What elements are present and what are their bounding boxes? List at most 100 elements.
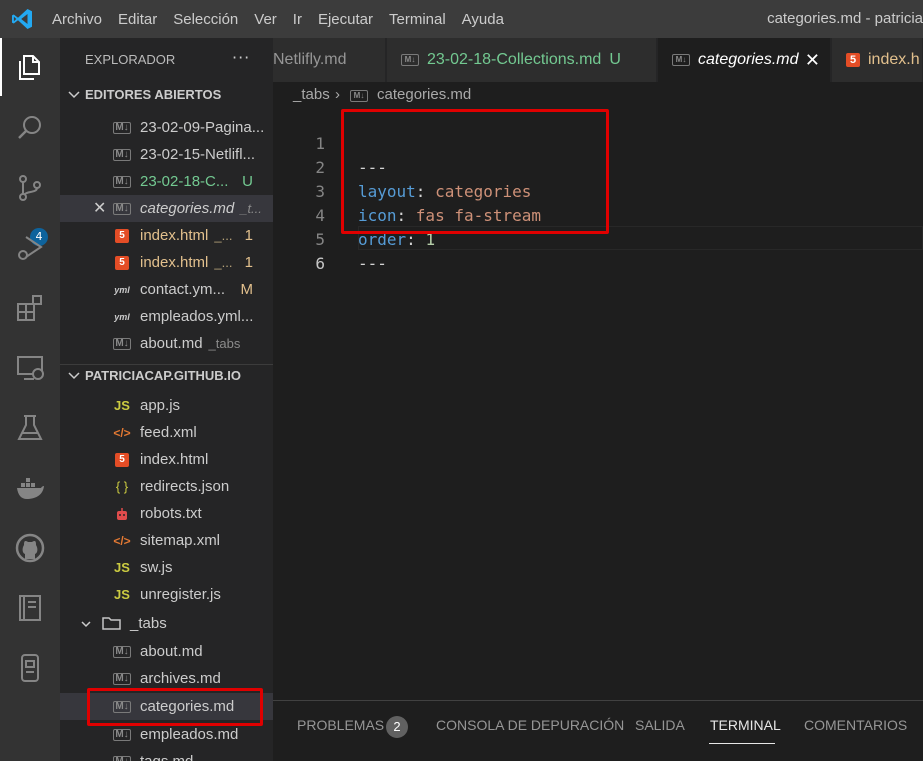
- javascript-icon: JS: [114, 587, 130, 602]
- file-name: redirects.json: [140, 478, 230, 495]
- explorer-header: EXPLORADOR ···: [60, 38, 273, 82]
- tab-salida[interactable]: SALIDA: [635, 717, 685, 733]
- tree-item[interactable]: 5 index.html: [60, 446, 273, 473]
- menu-terminal[interactable]: Terminal: [381, 11, 454, 28]
- file-name-text: about.md: [140, 335, 203, 352]
- open-editor-item-active[interactable]: ✕ M↓ categories.md _t...: [60, 195, 273, 222]
- tree-item[interactable]: robots.txt: [60, 500, 273, 527]
- file-name: tags.md: [140, 748, 193, 761]
- open-editor-item[interactable]: 5 index.html _... 1: [60, 222, 273, 249]
- run-debug-icon[interactable]: [14, 232, 46, 264]
- file-name-text: categories.md: [140, 200, 235, 217]
- markdown-icon: M↓: [672, 53, 690, 66]
- chevron-right-icon: ›: [335, 86, 340, 103]
- file-name-text: index.html: [140, 254, 209, 271]
- active-tab-underline: [709, 743, 775, 744]
- open-editor-item[interactable]: M↓ about.md _tabs: [60, 330, 273, 357]
- breadcrumb-folder[interactable]: _tabs: [293, 82, 330, 108]
- active-indicator: [0, 38, 2, 96]
- html5-icon: 5: [115, 229, 129, 243]
- activity-bar: 4: [0, 38, 60, 761]
- menu-ejecutar[interactable]: Ejecutar: [310, 11, 381, 28]
- tab-categories[interactable]: M↓ categories.md ✕: [658, 38, 831, 82]
- yaml-icon: yml: [114, 285, 130, 295]
- testing-icon[interactable]: [14, 412, 46, 444]
- tab-terminal[interactable]: TERMINAL: [710, 717, 781, 733]
- tab-problemas[interactable]: PROBLEMAS: [297, 717, 384, 733]
- folder-open-icon: [102, 617, 121, 630]
- open-editors-section[interactable]: EDITORES ABIERTOS: [60, 84, 273, 106]
- markdown-icon: M↓: [113, 729, 131, 741]
- javascript-icon: JS: [114, 398, 130, 413]
- more-actions-icon[interactable]: ···: [232, 48, 250, 67]
- file-name: sw.js: [140, 559, 173, 576]
- untracked-flag: U: [242, 173, 253, 190]
- notebook-icon[interactable]: [14, 592, 46, 624]
- file-name: index.html: [140, 451, 209, 468]
- menu-editar[interactable]: Editar: [110, 11, 165, 28]
- yaml-icon: yml: [114, 312, 130, 322]
- explorer-icon[interactable]: [14, 52, 46, 84]
- tree-item[interactable]: JS app.js: [60, 392, 273, 419]
- tab-label: Netlifly.md: [273, 51, 347, 68]
- open-editor-item[interactable]: M↓ 23-02-09-Pagina...: [60, 114, 273, 141]
- close-icon[interactable]: ✕: [805, 38, 820, 82]
- tree-item[interactable]: </> feed.xml: [60, 419, 273, 446]
- search-icon[interactable]: [14, 112, 46, 144]
- breadcrumb-file[interactable]: categories.md: [377, 82, 471, 108]
- menu-ir[interactable]: Ir: [285, 11, 310, 28]
- tree-item[interactable]: { } redirects.json: [60, 473, 273, 500]
- modified-flag: M: [240, 281, 254, 298]
- tree-item[interactable]: JS sw.js: [60, 554, 273, 581]
- source-control-icon[interactable]: [14, 172, 46, 204]
- menu-seleccion[interactable]: Selección: [165, 11, 246, 28]
- tab-consola-depuracion[interactable]: CONSOLA DE DEPURACIÓN: [436, 717, 624, 733]
- markdown-icon: M↓: [113, 176, 131, 188]
- folder-name: _tabs: [130, 615, 167, 632]
- file-name: 23-02-09-Pagina...: [140, 119, 265, 136]
- github-icon[interactable]: [14, 532, 46, 564]
- highlight-box-file: [87, 688, 263, 726]
- file-name: categories.md _t...: [140, 195, 262, 222]
- tab-netlifly[interactable]: Netlifly.md: [273, 38, 386, 82]
- docker-icon[interactable]: [14, 472, 46, 504]
- explorer-title: EXPLORADOR: [85, 52, 176, 67]
- tab-index-html[interactable]: 5 index.h: [832, 38, 923, 82]
- xml-icon: </>: [113, 426, 131, 440]
- close-icon[interactable]: ✕: [93, 195, 106, 222]
- extensions-icon[interactable]: [14, 292, 46, 324]
- line-number: 6: [315, 254, 325, 273]
- file-name: index.html _...: [140, 249, 232, 276]
- bottom-panel: PROBLEMAS 2 CONSOLA DE DEPURACIÓN SALIDA…: [273, 700, 923, 761]
- open-editor-item[interactable]: 5 index.html _... 1: [60, 249, 273, 276]
- code-text: ---: [358, 254, 387, 273]
- menu-archivo[interactable]: Archivo: [44, 11, 110, 28]
- workspace-section[interactable]: PATRICIACAP.GITHUB.IO: [60, 364, 273, 386]
- open-editor-item[interactable]: yml contact.ym... M: [60, 276, 273, 303]
- tree-item[interactable]: M↓ about.md: [60, 638, 273, 665]
- file-name: sitemap.xml: [140, 532, 221, 549]
- markdown-icon: M↓: [350, 90, 368, 102]
- vscode-window: Archivo Editar Selección Ver Ir Ejecutar…: [0, 0, 923, 761]
- chevron-down-icon: [81, 621, 91, 628]
- menu-ayuda[interactable]: Ayuda: [454, 11, 512, 28]
- editor-tabs: Netlifly.md M↓ 23-02-18-Collections.md U M…: [273, 38, 923, 82]
- remote-explorer-icon[interactable]: [14, 352, 46, 384]
- timeline-icon[interactable]: [14, 652, 46, 684]
- html5-icon: 5: [115, 453, 129, 467]
- tree-folder[interactable]: _tabs: [60, 610, 273, 637]
- open-editor-item[interactable]: M↓ 23-02-15-Netlifl...: [60, 141, 273, 168]
- tree-item[interactable]: </> sitemap.xml: [60, 527, 273, 554]
- tree-item[interactable]: M↓ tags.md: [60, 748, 273, 761]
- menu-ver[interactable]: Ver: [246, 11, 285, 28]
- open-editor-item[interactable]: yml empleados.yml...: [60, 303, 273, 330]
- explorer-sidebar: EXPLORADOR ··· EDITORES ABIERTOS M↓ 23-0…: [60, 38, 273, 761]
- breadcrumb: _tabs › M↓ categories.md: [273, 82, 923, 108]
- open-editor-item[interactable]: M↓ 23-02-18-C... U: [60, 168, 273, 195]
- tab-label: index.h: [868, 51, 920, 68]
- tab-collections[interactable]: M↓ 23-02-18-Collections.md U: [387, 38, 657, 82]
- tab-comentarios[interactable]: COMENTARIOS: [804, 717, 907, 733]
- problems-flag: 1: [244, 227, 253, 244]
- tree-item[interactable]: JS unregister.js: [60, 581, 273, 608]
- tab-label: 23-02-18-Collections.md: [427, 51, 602, 68]
